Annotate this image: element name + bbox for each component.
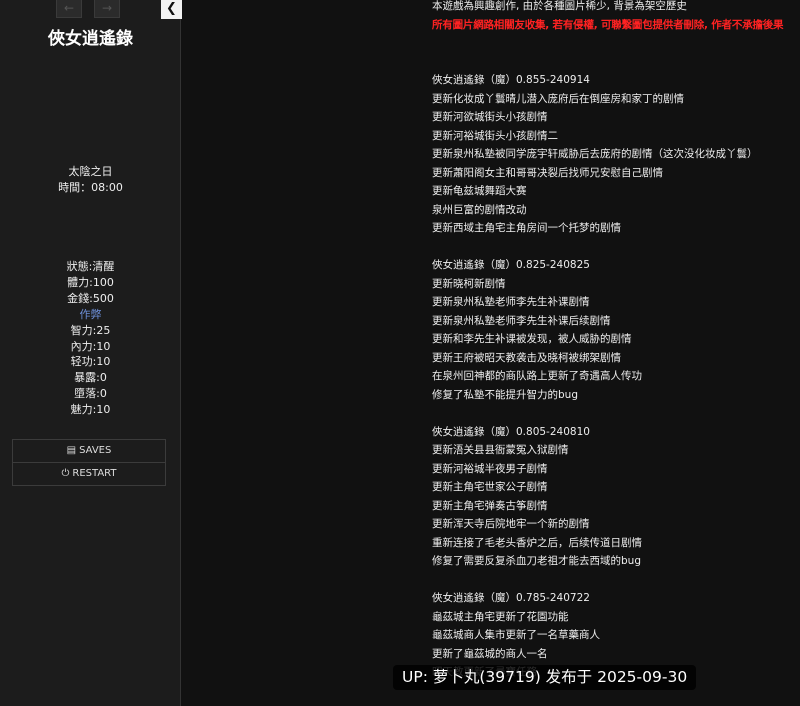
sidebar-toggle-button[interactable]: ❮ (161, 0, 182, 19)
changelog-item: 更新王府被昭天教袭击及晓柯被绑架剧情 (432, 351, 621, 364)
changelog-item: 更新蕭阳阁女主和哥哥决裂后找师兄安慰自己剧情 (432, 166, 663, 179)
arrow-right-icon: → (101, 1, 113, 15)
stat-corruption: 墮落:0 (74, 387, 107, 401)
stat-status: 狀態:清醒 (66, 260, 115, 273)
history-forward-button[interactable]: → (94, 0, 120, 18)
changelog-section: 俠女逍遙錄（魔）0.825-240825 更新晓柯新剧情 更新泉州私塾老师李先生… (432, 256, 800, 404)
power-icon: ⏻ (61, 468, 70, 479)
stat-charm: 魅力:10 (70, 403, 111, 417)
story-title: 俠女逍遙錄 (48, 29, 133, 49)
stat-agility: 轻功:10 (70, 355, 111, 369)
changelog-item: 更新主角宅世家公子剧情 (432, 481, 548, 493)
changelog-item: 修复了私塾不能提升智力的bug (432, 388, 578, 401)
changelog-item: 更新主角宅弹奏古筝剧情 (432, 499, 548, 512)
stats-panel: 狀態:清醒 體力:100 金錢:500 作弊 智力:25 內力:10 轻功:10… (0, 259, 181, 418)
restart-label: RESTART (72, 468, 117, 479)
changelog-item: 更新了龜茲城的商人一名 (432, 647, 548, 660)
changelog-item: 更新河裕城街头小孩剧情二 (432, 129, 558, 142)
stat-intelligence: 智力:25 (70, 323, 111, 337)
game-window: ← → 俠女逍遙錄 太陰之日 時間：08:00 狀態:清醒 體力:100 金錢:… (0, 0, 800, 706)
changelog-item: 泉州巨富的剧情改动 (432, 203, 527, 216)
stat-exposure: 暴露:0 (74, 371, 107, 385)
arrow-left-icon: ← (63, 1, 75, 15)
cheat-link[interactable]: 作弊 (0, 307, 181, 323)
save-icon: ▤ (66, 445, 77, 456)
changelog-item: 更新龟兹城舞蹈大赛 (432, 185, 527, 197)
changelog-item: 更新和李先生补课被发现，被人威胁的剧情 (432, 333, 632, 345)
copyright-warning: 所有圖片網路相關友收集, 若有侵權, 可聯繫圖包提供者刪除, 作者不承擔後果 (432, 18, 784, 31)
changelog-section: 俠女逍遙錄（魔）0.805-240810 更新浯关县县衙蒙冤入狱剧情 更新河裕城… (432, 423, 800, 571)
story-passage: 本遊戲為興趣創作, 由於各種圖片稀少, 背景為架空歷史 所有圖片網路相關友收集,… (432, 0, 800, 682)
stat-inner-power: 內力:10 (70, 339, 111, 353)
changelog-item: 更新泉州私塾老师李先生补课剧情 (432, 296, 590, 308)
date-block: 太陰之日 時間：08:00 (0, 164, 181, 196)
version-heading: 俠女逍遙錄（魔）0.785-240722 (432, 592, 590, 604)
changelog-item: 更新化妆成丫鬟晴儿潜入庞府后在倒座房和家丁的剧情 (432, 92, 684, 105)
day-label: 太陰之日 (68, 165, 113, 178)
restart-button[interactable]: ⏻ RESTART (12, 462, 166, 486)
changelog-item: 龜茲城主角宅更新了花園功能 (432, 610, 569, 623)
changelog-item: 更新泉州私塾被同学庞宇轩威胁后去庞府的剧情（这次没化妆成丫鬟） (432, 148, 758, 160)
saves-label: SAVES (79, 445, 112, 456)
version-heading: 俠女逍遙錄（魔）0.855-240914 (432, 74, 590, 86)
uploader-watermark: UP: 萝卜丸(39719) 发布于 2025-09-30 (393, 665, 697, 690)
changelog-item: 更新浯关县县衙蒙冤入狱剧情 (432, 444, 569, 456)
changelog-item: 更新泉州私塾老师李先生补课后续剧情 (432, 314, 611, 327)
changelog-section: 俠女逍遙錄（魔）0.855-240914 更新化妆成丫鬟晴儿潜入庞府后在倒座房和… (432, 71, 800, 238)
time-label: 時間：08:00 (58, 181, 123, 194)
chevron-left-icon: ❮ (166, 1, 177, 16)
stat-money: 金錢:500 (67, 291, 114, 305)
changelog-item: 修复了需要反复杀血刀老祖才能去西域的bug (432, 555, 641, 567)
stat-stamina: 體力:100 (67, 275, 114, 289)
changelog-item: 更新晓柯新剧情 (432, 277, 506, 290)
changelog-item: 更新西域主角宅主角房间一个托梦的剧情 (432, 222, 621, 234)
changelog-item: 在泉州回神都的商队路上更新了奇遇高人传功 (432, 370, 642, 382)
history-back-button[interactable]: ← (56, 0, 82, 18)
saves-button[interactable]: ▤ SAVES (12, 439, 166, 463)
version-heading: 俠女逍遙錄（魔）0.805-240810 (432, 425, 590, 438)
intro-text: 本遊戲為興趣創作, 由於各種圖片稀少, 背景為架空歷史 (432, 0, 687, 12)
changelog-item: 更新河欲城街头小孩剧情 (432, 111, 548, 123)
sidebar: ← → 俠女逍遙錄 太陰之日 時間：08:00 狀態:清醒 體力:100 金錢:… (0, 0, 181, 706)
changelog-item: 龜茲城商人集市更新了一名草藥商人 (432, 629, 600, 641)
changelog-item: 重新连接了毛老头香炉之后，后续传道日剧情 (432, 536, 642, 549)
changelog-item: 更新浑天寺后院地牢一个新的剧情 (432, 518, 590, 530)
version-heading: 俠女逍遙錄（魔）0.825-240825 (432, 259, 590, 271)
changelog-item: 更新河裕城半夜男子剧情 (432, 462, 548, 475)
